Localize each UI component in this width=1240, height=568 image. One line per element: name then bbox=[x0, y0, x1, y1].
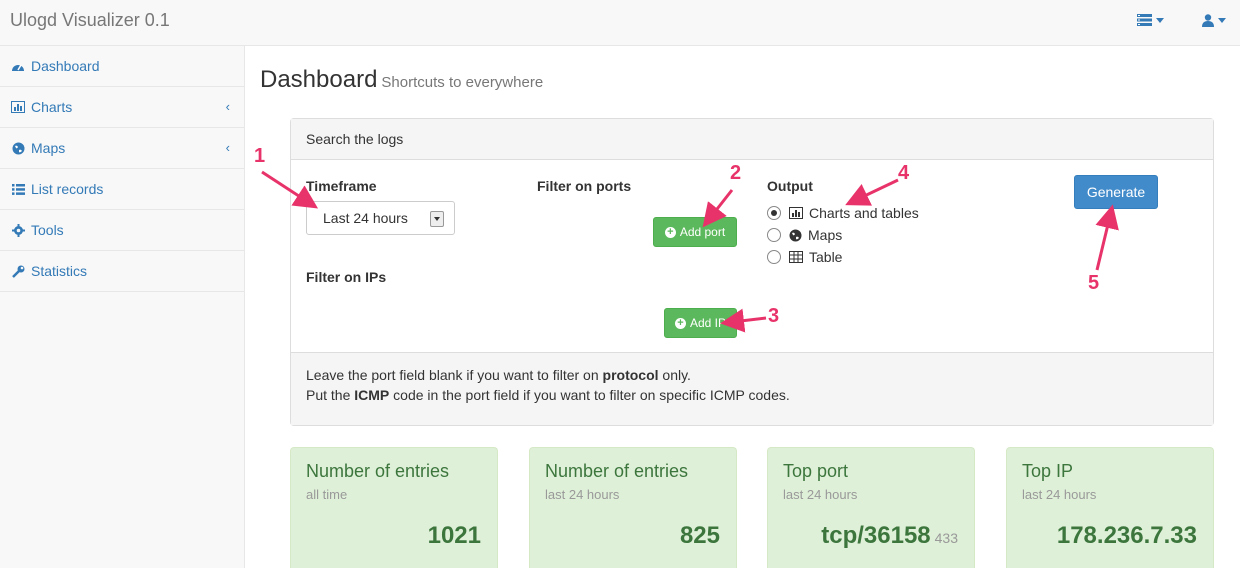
top-navbar: Ulogd Visualizer 0.1 bbox=[0, 0, 1240, 46]
sidebar-item-tools[interactable]: Tools bbox=[0, 210, 244, 251]
ports-filter-label: Filter on ports bbox=[537, 178, 632, 194]
chevron-down-icon bbox=[1156, 17, 1164, 23]
page-subtitle: Shortcuts to everywhere bbox=[381, 74, 544, 91]
add-ip-button[interactable]: + Add IP bbox=[664, 308, 737, 338]
search-panel: Search the logs Leave the port field bla… bbox=[290, 118, 1214, 426]
sidebar-item-statistics[interactable]: Statistics bbox=[0, 251, 244, 292]
sidebar-item-label: Dashboard bbox=[31, 58, 100, 74]
add-port-button[interactable]: + Add port bbox=[653, 217, 737, 247]
sidebar-item-label: Tools bbox=[31, 222, 64, 238]
timeframe-label: Timeframe bbox=[306, 178, 377, 194]
select-arrow-icon bbox=[430, 211, 444, 227]
globe-icon bbox=[11, 141, 25, 155]
bar-chart-icon bbox=[11, 100, 25, 114]
stat-subtitle: last 24 hours bbox=[545, 487, 620, 502]
help-text-part: Put the bbox=[306, 387, 355, 403]
plus-circle-icon: + bbox=[664, 226, 676, 238]
menu-list-icon bbox=[1137, 14, 1152, 26]
sidebar-item-maps[interactable]: Maps ‹ bbox=[0, 128, 244, 169]
help-text-bold: protocol bbox=[602, 367, 659, 383]
stat-subtitle: last 24 hours bbox=[1022, 487, 1097, 502]
add-ip-label: Add IP bbox=[689, 316, 727, 330]
search-panel-footer: Leave the port field blank if you want t… bbox=[291, 352, 1213, 425]
annotation-number: 2 bbox=[730, 162, 742, 184]
page-title: Dashboard Shortcuts to everywhere bbox=[260, 66, 543, 94]
stat-title: Top port bbox=[783, 461, 849, 481]
chevron-down-icon bbox=[1218, 18, 1226, 23]
stat-card-top-ip: Top IP last 24 hours 178.236.7.33 bbox=[1006, 447, 1214, 568]
stat-value-text: tcp/36158 bbox=[821, 522, 931, 549]
stat-value-text: 1021 bbox=[427, 522, 481, 549]
output-option-label: Charts and tables bbox=[809, 205, 919, 221]
stat-count: 433 bbox=[934, 530, 958, 546]
stat-card-entries-24h: Number of entries last 24 hours 825 bbox=[529, 447, 737, 568]
stat-value: 1021 bbox=[428, 522, 481, 550]
output-option-label: Maps bbox=[808, 227, 843, 243]
stat-value: 178.236.7.33 bbox=[1057, 522, 1197, 550]
stat-value-text: 178.236.7.33 bbox=[1056, 522, 1197, 549]
table-icon bbox=[789, 251, 803, 263]
plus-circle-icon: + bbox=[674, 317, 686, 329]
help-text-protocol: Leave the port field blank if you want t… bbox=[306, 365, 1198, 385]
globe-icon bbox=[789, 229, 802, 241]
page-title-text: Dashboard bbox=[260, 66, 378, 93]
annotation-number: 4 bbox=[898, 162, 910, 184]
wrench-icon bbox=[11, 264, 25, 278]
sidebar: Dashboard Charts ‹ Maps ‹ List records T… bbox=[0, 46, 245, 568]
sidebar-item-label: Charts bbox=[31, 99, 73, 115]
app-title[interactable]: Ulogd Visualizer 0.1 bbox=[10, 10, 170, 31]
search-panel-heading: Search the logs bbox=[291, 119, 1213, 160]
sidebar-item-dashboard[interactable]: Dashboard bbox=[0, 46, 244, 87]
dashboard-icon bbox=[11, 59, 25, 73]
chevron-left-icon: ‹ bbox=[225, 99, 230, 114]
stat-value-text: 825 bbox=[679, 522, 720, 549]
generate-button[interactable]: Generate bbox=[1074, 175, 1158, 209]
list-icon bbox=[11, 182, 25, 196]
output-option-charts[interactable]: Charts and tables bbox=[767, 205, 919, 221]
stat-card-top-port: Top port last 24 hours tcp/36158 433 bbox=[767, 447, 975, 568]
ips-filter-label: Filter on IPs bbox=[306, 269, 387, 285]
stat-title: Top IP bbox=[1022, 461, 1074, 481]
help-text-part: code in the port field if you want to fi… bbox=[389, 387, 790, 403]
radio-button[interactable] bbox=[767, 206, 781, 220]
sidebar-item-label: Maps bbox=[31, 140, 66, 156]
timeframe-select[interactable]: Last 24 hours bbox=[306, 201, 455, 235]
sidebar-item-charts[interactable]: Charts ‹ bbox=[0, 87, 244, 128]
sidebar-item-list-records[interactable]: List records bbox=[0, 169, 244, 210]
user-dropdown[interactable] bbox=[1202, 14, 1226, 27]
user-icon bbox=[1202, 14, 1214, 27]
annotation-number: 3 bbox=[768, 305, 780, 327]
stat-value: tcp/36158 433 bbox=[821, 522, 958, 550]
stat-title: Number of entries bbox=[545, 461, 689, 481]
stat-title: Number of entries bbox=[306, 461, 450, 481]
timeframe-value: Last 24 hours bbox=[323, 210, 408, 226]
sidebar-item-label: Statistics bbox=[31, 263, 88, 279]
stat-value: 825 bbox=[680, 522, 720, 550]
annotation-number: 1 bbox=[254, 145, 266, 167]
stat-subtitle: all time bbox=[306, 487, 348, 502]
output-option-table[interactable]: Table bbox=[767, 249, 842, 265]
output-option-label: Table bbox=[809, 249, 843, 265]
help-text-part: Leave the port field blank if you want t… bbox=[306, 367, 603, 383]
add-port-label: Add port bbox=[679, 225, 726, 239]
bar-chart-icon bbox=[789, 207, 803, 219]
sidebar-item-label: List records bbox=[31, 181, 104, 197]
gear-icon bbox=[11, 223, 25, 237]
radio-button[interactable] bbox=[767, 228, 781, 242]
messages-dropdown[interactable] bbox=[1137, 14, 1164, 26]
annotation-number: 5 bbox=[1088, 272, 1100, 294]
radio-button[interactable] bbox=[767, 250, 781, 264]
output-option-maps[interactable]: Maps bbox=[767, 227, 842, 243]
chevron-left-icon: ‹ bbox=[225, 140, 230, 155]
help-text-bold: ICMP bbox=[354, 387, 390, 403]
help-text-part: only. bbox=[658, 367, 691, 383]
output-label: Output bbox=[767, 178, 813, 194]
stat-card-entries-all: Number of entries all time 1021 bbox=[290, 447, 498, 568]
help-text-icmp: Put the ICMP code in the port field if y… bbox=[306, 385, 1198, 405]
stat-subtitle: last 24 hours bbox=[783, 487, 858, 502]
